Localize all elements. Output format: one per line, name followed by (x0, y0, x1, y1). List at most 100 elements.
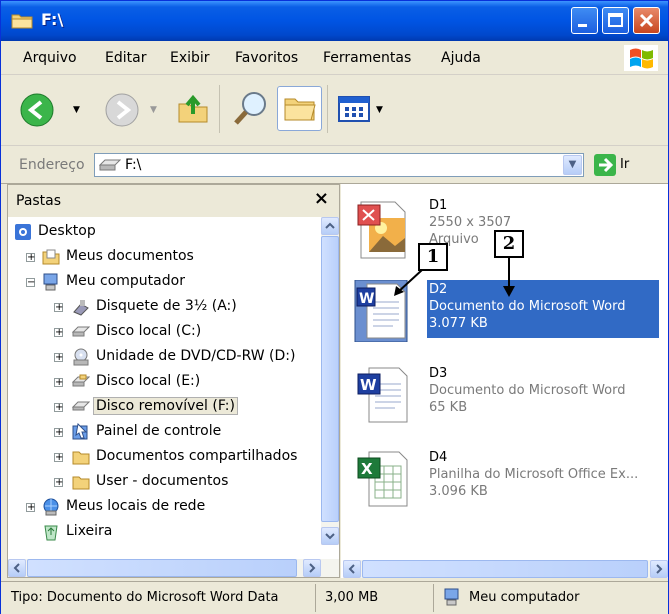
file-type: Planilha do Microsoft Office Ex... (429, 467, 639, 482)
tree-label: Unidade de DVD/CD-RW (D:) (96, 348, 296, 364)
back-dropdown-icon[interactable]: ▼ (73, 105, 80, 115)
hard-drive-icon (72, 326, 90, 337)
svg-text:X: X (361, 460, 373, 478)
menu-ajuda[interactable]: Ajuda (441, 50, 481, 66)
tree-label: Disco local (C:) (96, 323, 202, 339)
title-bar[interactable]: F:\ (1, 1, 668, 41)
tree-horizontal-scrollbar[interactable] (8, 559, 339, 577)
maximize-icon (608, 13, 623, 27)
file-type: Documento do Microsoft Word (429, 299, 626, 314)
chevron-left-icon (13, 563, 20, 573)
word-document-icon: W (357, 367, 408, 423)
scroll-right-button[interactable] (303, 559, 321, 577)
svg-text:W: W (359, 291, 374, 307)
expand-icon[interactable]: + (54, 478, 63, 488)
file-item-d4[interactable]: X D4 Planilha do Microsoft Office Ex... … (341, 448, 668, 510)
folders-pane-header: Pastas × (8, 185, 339, 217)
chevron-left-icon (348, 564, 355, 574)
folder-icon (72, 451, 90, 465)
menu-arquivo[interactable]: Arquivo (23, 50, 77, 66)
views-icon[interactable] (337, 93, 373, 125)
annotation-arrow-1 (394, 269, 423, 296)
removable-drive-icon (99, 159, 121, 171)
file-type: 2550 x 3507 (429, 215, 512, 230)
tree-label: Disquete de 3½ (A:) (96, 298, 237, 314)
address-dropdown-button[interactable]: ▼ (563, 155, 582, 175)
folders-button[interactable] (277, 86, 322, 131)
tree-label: Desktop (38, 223, 96, 239)
chevron-right-icon (309, 563, 316, 573)
removable-drive-icon (72, 401, 90, 411)
expand-icon[interactable]: + (54, 328, 63, 338)
scroll-left-button[interactable] (8, 559, 26, 577)
go-button[interactable]: Ir (620, 157, 629, 172)
excel-spreadsheet-icon: X (357, 451, 408, 507)
expand-icon[interactable]: + (54, 353, 63, 363)
menu-exibir[interactable]: Exibir (170, 50, 210, 66)
hard-drive-icon (72, 374, 90, 387)
windows-logo-icon (624, 45, 658, 71)
expand-icon[interactable]: + (26, 503, 35, 513)
views-dropdown-icon[interactable]: ▼ (376, 105, 383, 115)
search-icon[interactable] (231, 89, 271, 129)
scroll-thumb[interactable] (27, 559, 297, 577)
file-name: D2 (429, 282, 448, 297)
file-size: 3.096 KB (429, 484, 488, 499)
forward-dropdown-icon[interactable]: ▼ (150, 105, 157, 115)
expand-icon[interactable]: + (54, 453, 63, 463)
desktop-icon (15, 224, 31, 240)
file-list-pane: D1 2550 x 3507 Arquivo W D2 Documento do… (341, 184, 668, 578)
collapse-icon[interactable]: − (26, 278, 35, 288)
file-type: Documento do Microsoft Word (429, 383, 626, 398)
tree-label: Meu computador (66, 273, 185, 289)
network-icon (43, 498, 59, 516)
folders-pane-title: Pastas (16, 193, 62, 209)
menu-ferramentas[interactable]: Ferramentas (323, 50, 411, 66)
scroll-right-button[interactable] (650, 560, 668, 578)
tree-label: Documentos compartilhados (96, 448, 298, 464)
chevron-up-icon (325, 222, 335, 229)
control-panel-icon (72, 423, 88, 440)
svg-text:W: W (360, 376, 377, 394)
up-folder-icon[interactable] (175, 90, 211, 126)
expand-icon[interactable]: + (54, 303, 63, 313)
status-location: Meu computador (469, 590, 580, 605)
expand-icon[interactable]: + (26, 253, 35, 263)
address-input[interactable]: F:\ ▼ (94, 153, 584, 177)
folder-icon (72, 476, 90, 490)
back-icon[interactable] (19, 92, 55, 128)
annotation-label-1: 1 (418, 243, 448, 271)
chevron-down-icon: ▼ (568, 159, 577, 170)
folders-icon (284, 98, 316, 121)
close-pane-icon[interactable]: × (314, 188, 329, 209)
tree-label: Painel de controle (96, 423, 222, 439)
close-icon (639, 13, 654, 28)
menu-editar[interactable]: Editar (105, 50, 146, 66)
window-title: F:\ (41, 10, 64, 29)
forward-icon[interactable] (104, 92, 140, 128)
tree-vertical-scrollbar[interactable] (321, 217, 339, 545)
file-size: 65 KB (429, 400, 468, 415)
file-item-d3[interactable]: W D3 Documento do Microsoft Word 65 KB (341, 364, 668, 426)
go-arrow-icon[interactable] (594, 154, 616, 176)
files-horizontal-scrollbar[interactable] (343, 560, 668, 578)
toolbar-separator (327, 85, 328, 133)
scroll-thumb[interactable] (321, 236, 339, 522)
annotation-arrow-2 (503, 258, 515, 297)
scroll-left-button[interactable] (343, 560, 361, 578)
expand-icon[interactable]: + (54, 428, 63, 438)
tree-label: Lixeira (66, 523, 113, 539)
close-button[interactable] (633, 7, 660, 34)
maximize-button[interactable] (602, 7, 629, 34)
floppy-icon (73, 300, 89, 316)
scroll-thumb[interactable] (362, 560, 648, 578)
image-file-icon (357, 201, 406, 259)
scroll-down-button[interactable] (321, 527, 339, 545)
expand-icon[interactable]: + (54, 403, 63, 413)
status-separator (315, 584, 316, 612)
menu-favoritos[interactable]: Favoritos (235, 50, 298, 66)
file-name: D1 (429, 198, 448, 213)
expand-icon[interactable]: + (54, 378, 63, 388)
minimize-button[interactable] (571, 7, 598, 34)
scroll-up-button[interactable] (321, 217, 339, 235)
